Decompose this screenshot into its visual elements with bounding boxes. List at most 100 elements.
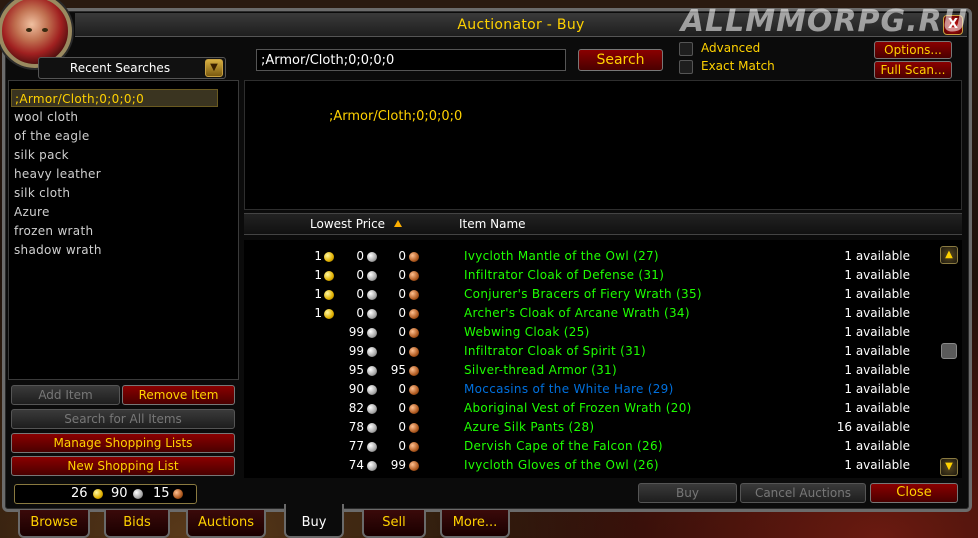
gold-amount: 1	[314, 249, 322, 263]
new-shopping-list-button[interactable]: New Shopping List	[11, 456, 235, 476]
tab-browse[interactable]: Browse	[18, 510, 90, 538]
gold-amount: 1	[314, 306, 322, 320]
list-item[interactable]: silk cloth	[11, 184, 218, 202]
search-info-panel: ;Armor/Cloth;0;0;0;0	[244, 80, 962, 210]
copper-coin-icon	[409, 328, 419, 338]
list-item[interactable]: of the eagle	[11, 127, 218, 145]
copper-amount: 0	[398, 344, 406, 358]
advanced-checkbox[interactable]	[679, 42, 693, 56]
copper-amount: 0	[398, 287, 406, 301]
list-item[interactable]: silk pack	[11, 146, 218, 164]
item-name[interactable]: Aboriginal Vest of Frozen Wrath (20)	[464, 401, 692, 415]
remove-item-button[interactable]: Remove Item	[122, 385, 235, 405]
copper-coin-icon	[409, 461, 419, 471]
search-all-button[interactable]: Search for All Items	[11, 409, 235, 429]
table-row[interactable]: 78 0 Azure Silk Pants (28) 16 available	[244, 417, 934, 436]
silver-coin-icon	[367, 290, 377, 300]
table-row[interactable]: 95 95 Silver-thread Armor (31) 1 available	[244, 360, 934, 379]
player-money: 26 90 15	[14, 484, 197, 504]
silver-coin-icon	[367, 271, 377, 281]
available-count: 1 available	[844, 382, 910, 396]
list-item[interactable]: frozen wrath	[11, 222, 218, 240]
silver-coin-icon	[367, 328, 377, 338]
copper-amount: 95	[390, 363, 406, 377]
search-button[interactable]: Search	[578, 49, 663, 71]
item-name[interactable]: Ivycloth Mantle of the Owl (27)	[464, 249, 659, 263]
scroll-down-icon[interactable]: ▼	[940, 458, 958, 476]
available-count: 16 available	[836, 420, 910, 434]
tab-bids[interactable]: Bids	[104, 510, 170, 538]
recent-searches-dropdown[interactable]: Recent Searches ▼	[38, 57, 226, 79]
table-row[interactable]: 74 99 Ivycloth Gloves of the Owl (26) 1 ava…	[244, 455, 934, 474]
silver-amount: 90	[111, 486, 128, 501]
tab-buy[interactable]: Buy	[284, 504, 344, 538]
item-name[interactable]: Dervish Cape of the Falcon (26)	[464, 439, 663, 453]
list-item[interactable]: ;Armor/Cloth;0;0;0;0	[11, 89, 218, 107]
gold-coin-icon	[324, 290, 334, 300]
lowest-price-column-header[interactable]: Lowest Price	[310, 217, 385, 231]
exact-match-label: Exact Match	[701, 59, 775, 73]
buy-button[interactable]: Buy	[638, 483, 737, 503]
table-row[interactable]: 99 0 Infiltrator Cloak of Spirit (31) 1 ava…	[244, 341, 934, 360]
list-item[interactable]: wool cloth	[11, 108, 218, 126]
table-row[interactable]: 99 0 Webwing Cloak (25) 1 available	[244, 322, 934, 341]
sort-ascending-icon[interactable]	[394, 220, 402, 227]
silver-coin-icon	[367, 423, 377, 433]
tab-auctions[interactable]: Auctions	[186, 510, 266, 538]
chevron-down-icon[interactable]: ▼	[205, 59, 223, 77]
scroll-up-icon[interactable]: ▲	[940, 246, 958, 264]
copper-amount: 0	[398, 401, 406, 415]
full-scan-button[interactable]: Full Scan...	[874, 61, 952, 79]
item-name[interactable]: Conjurer's Bracers of Fiery Wrath (35)	[464, 287, 702, 301]
table-row[interactable]: 1 0 0 Archer's Cloak of Arcane Wrath (34) 1 …	[244, 303, 934, 322]
list-item[interactable]: Azure	[11, 203, 218, 221]
list-item[interactable]: heavy leather	[11, 165, 218, 183]
copper-coin-icon	[409, 385, 419, 395]
tab-more[interactable]: More...	[440, 510, 510, 538]
copper-amount: 0	[398, 249, 406, 263]
available-count: 1 available	[844, 401, 910, 415]
copper-amount: 0	[398, 382, 406, 396]
cancel-auctions-button[interactable]: Cancel Auctions	[740, 483, 866, 503]
item-name[interactable]: Archer's Cloak of Arcane Wrath (34)	[464, 306, 690, 320]
copper-amount: 0	[398, 268, 406, 282]
silver-amount: 74	[348, 458, 364, 472]
available-count: 1 available	[844, 458, 910, 472]
available-count: 1 available	[844, 344, 910, 358]
table-row[interactable]: 1 0 0 Conjurer's Bracers of Fiery Wrath (35…	[244, 284, 934, 303]
options-button[interactable]: Options...	[874, 41, 952, 59]
search-input[interactable]	[256, 49, 566, 71]
manage-shopping-lists-button[interactable]: Manage Shopping Lists	[11, 433, 235, 453]
item-name[interactable]: Moccasins of the White Hare (29)	[464, 382, 674, 396]
exact-match-checkbox[interactable]	[679, 60, 693, 74]
copper-coin-icon	[409, 404, 419, 414]
scrollbar-thumb[interactable]	[941, 343, 957, 359]
silver-amount: 90	[348, 382, 364, 396]
silver-coin-icon	[367, 366, 377, 376]
item-name[interactable]: Infiltrator Cloak of Spirit (31)	[464, 344, 646, 358]
item-name[interactable]: Webwing Cloak (25)	[464, 325, 590, 339]
item-name-column-header[interactable]: Item Name	[459, 217, 526, 231]
table-row[interactable]: 77 0 Dervish Cape of the Falcon (26) 1 avai…	[244, 436, 934, 455]
item-name[interactable]: Silver-thread Armor (31)	[464, 363, 617, 377]
gold-amount: 26	[71, 486, 88, 501]
table-row[interactable]: 90 0 Moccasins of the White Hare (29) 1 ava…	[244, 379, 934, 398]
available-count: 1 available	[844, 325, 910, 339]
silver-amount: 0	[356, 249, 364, 263]
item-name[interactable]: Azure Silk Pants (28)	[464, 420, 594, 434]
list-item[interactable]: shadow wrath	[11, 241, 218, 259]
close-button[interactable]: Close	[870, 483, 958, 503]
silver-amount: 99	[348, 344, 364, 358]
copper-coin-icon	[409, 271, 419, 281]
table-row[interactable]: 82 0 Aboriginal Vest of Frozen Wrath (20) 1…	[244, 398, 934, 417]
item-name[interactable]: Ivycloth Gloves of the Owl (26)	[464, 458, 659, 472]
available-count: 1 available	[844, 287, 910, 301]
add-item-button[interactable]: Add Item	[11, 385, 120, 405]
table-row[interactable]: 1 0 0 Infiltrator Cloak of Defense (31) 1 av…	[244, 265, 934, 284]
item-name[interactable]: Infiltrator Cloak of Defense (31)	[464, 268, 664, 282]
silver-amount: 77	[348, 439, 364, 453]
copper-coin-icon	[409, 290, 419, 300]
tab-sell[interactable]: Sell	[362, 510, 426, 538]
table-row[interactable]: 1 0 0 Ivycloth Mantle of the Owl (27) 1 avai…	[244, 246, 934, 265]
copper-amount: 0	[398, 420, 406, 434]
